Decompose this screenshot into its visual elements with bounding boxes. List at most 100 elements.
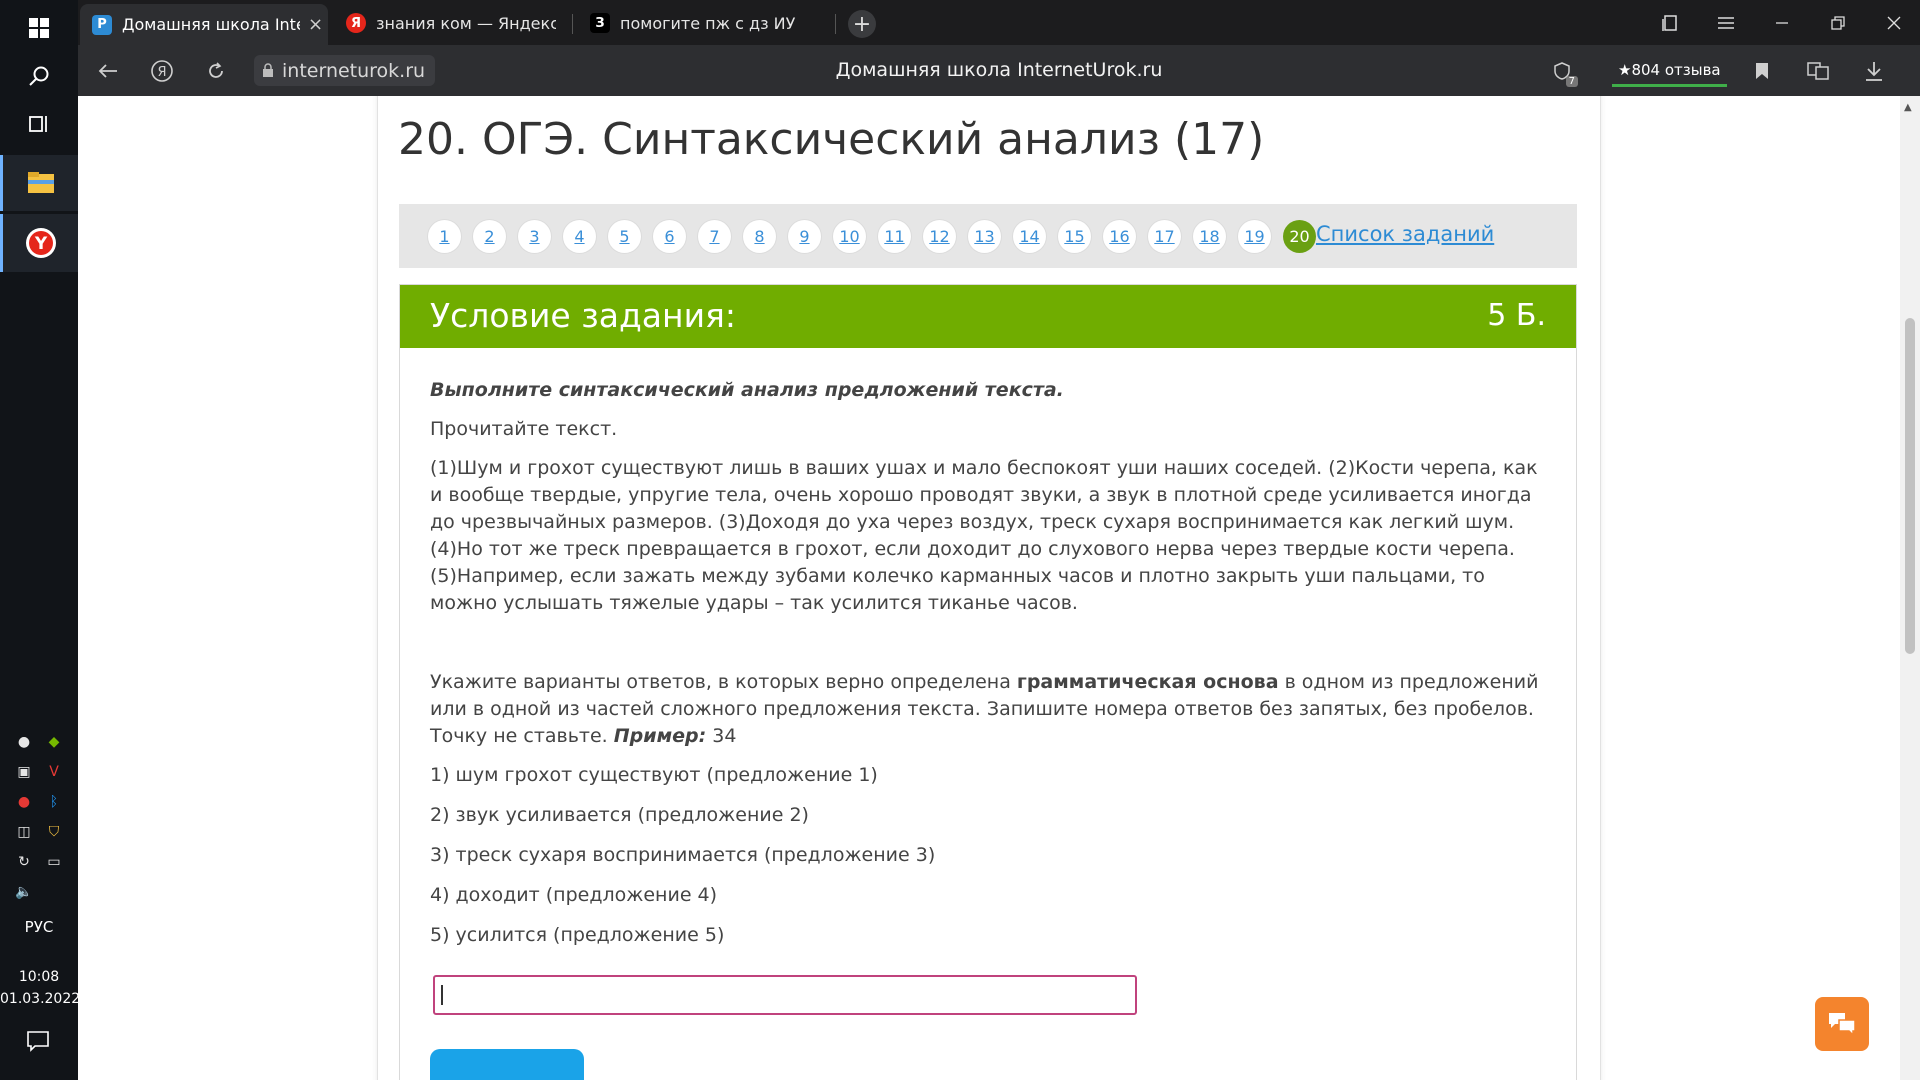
task-view-button[interactable] — [0, 96, 78, 152]
task-body: Выполните синтаксический анализ предложе… — [430, 377, 1550, 949]
bookmark-button[interactable] — [1748, 57, 1776, 85]
protect-button[interactable]: 7 — [1548, 57, 1578, 87]
clock-date: 01.03.2022 — [0, 991, 81, 1007]
page-link-5[interactable]: 5 — [608, 220, 641, 253]
reviews-button[interactable]: ★804 отзыва — [1612, 56, 1727, 87]
task-view-icon — [29, 116, 47, 132]
tab-yandex-search[interactable]: Я знания ком — Яндекс: нашлось — [334, 4, 564, 42]
page-viewport: 20. ОГЭ. Синтаксический анализ (17) 1 2 … — [78, 96, 1900, 1080]
page-link-6[interactable]: 6 — [653, 220, 686, 253]
page-link-9[interactable]: 9 — [788, 220, 821, 253]
back-button[interactable] — [94, 57, 122, 85]
tab-separator — [835, 14, 836, 34]
antivirus-icon[interactable]: V — [44, 762, 64, 782]
windows-taskbar: Y ● ◆ ▣ V ● ᛒ ◫ ⛉ ↻ ▭ 🔈 РУС 10:08 01.03.… — [0, 0, 81, 1080]
clock[interactable]: 10:08 01.03.2022 — [0, 966, 81, 1010]
yandex-browser-button[interactable]: Y — [0, 214, 78, 272]
task-pagination: 1 2 3 4 5 6 7 8 9 10 11 12 13 14 15 16 1… — [399, 204, 1577, 268]
tab-bar: P Домашняя школа InternetUrok.ru × Я зна… — [78, 0, 1920, 45]
translate-icon — [1807, 62, 1829, 80]
download-icon — [1866, 62, 1882, 81]
task-instruction: Выполните синтаксический анализ предложе… — [430, 379, 1064, 401]
page-link-17[interactable]: 17 — [1148, 220, 1181, 253]
downloads-button[interactable] — [1860, 57, 1888, 85]
page-link-18[interactable]: 18 — [1193, 220, 1226, 253]
task-header: Условие задания: 5 Б. — [400, 285, 1576, 348]
reload-icon — [209, 62, 223, 78]
nvidia-icon[interactable]: ◆ — [44, 732, 64, 752]
close-tab-icon[interactable]: × — [308, 14, 323, 35]
page-link-13[interactable]: 13 — [968, 220, 1001, 253]
lock-icon — [263, 63, 273, 77]
page-link-14[interactable]: 14 — [1013, 220, 1046, 253]
minimize-icon — [1776, 22, 1788, 24]
browser-menu-button[interactable] — [1706, 8, 1746, 38]
page-link-15[interactable]: 15 — [1058, 220, 1091, 253]
task-list-link[interactable]: Список заданий — [1316, 222, 1494, 246]
clock-time: 10:08 — [18, 969, 60, 985]
sync-icon[interactable]: ↻ — [14, 852, 34, 872]
page-link-12[interactable]: 12 — [923, 220, 956, 253]
task-card: Условие задания: 5 Б. Выполните синтакси… — [399, 284, 1577, 1080]
content-container: 20. ОГЭ. Синтаксический анализ (17) 1 2 … — [377, 96, 1601, 1080]
question-text-1: Укажите варианты ответов, в которых верн… — [430, 671, 1017, 693]
notification-icon — [27, 1031, 49, 1052]
page-link-10[interactable]: 10 — [833, 220, 866, 253]
windows-icon — [29, 18, 49, 38]
monitor-icon[interactable]: ▭ — [44, 852, 64, 872]
minimize-button[interactable] — [1762, 8, 1802, 38]
page-link-2[interactable]: 2 — [473, 220, 506, 253]
page-link-19[interactable]: 19 — [1238, 220, 1271, 253]
bluetooth-icon[interactable]: ᛒ — [44, 792, 64, 812]
reload-button[interactable] — [202, 57, 230, 85]
collections-button[interactable] — [1650, 8, 1690, 38]
svg-text:Y: Y — [33, 234, 47, 254]
yandex-home-button[interactable]: Я — [148, 57, 176, 85]
tab-title: помогите пж с дз ИУ по Русскому — [620, 13, 800, 33]
volume-icon[interactable]: 🔈 — [14, 882, 34, 902]
page-link-1[interactable]: 1 — [428, 220, 461, 253]
page-scrollbar[interactable]: ▲ — [1900, 96, 1920, 1080]
language-indicator[interactable]: РУС — [0, 918, 78, 936]
tab-znanija[interactable]: З помогите пж с дз ИУ по Русскому — [578, 4, 834, 42]
protect-badge: 7 — [1565, 76, 1578, 87]
answer-option-1: 1) шум грохот существуют (предложение 1) — [430, 764, 878, 786]
task-points: 5 Б. — [1487, 298, 1546, 333]
example-label: Пример: — [613, 725, 707, 747]
question-bold-term: грамматическая основа — [1016, 671, 1279, 693]
answer-input[interactable] — [433, 975, 1137, 1015]
security-icon[interactable]: ⛉ — [44, 822, 64, 842]
page-link-4[interactable]: 4 — [563, 220, 596, 253]
hamburger-menu-icon — [1718, 17, 1734, 29]
scrollbar-thumb[interactable] — [1905, 318, 1915, 654]
scroll-up-arrow-icon[interactable]: ▲ — [1904, 102, 1912, 113]
answer-option-3: 3) треск сухаря воспринимается (предложе… — [430, 844, 936, 866]
yandex-browser-icon: Y — [25, 228, 56, 258]
page-heading: 20. ОГЭ. Синтаксический анализ (17) — [398, 114, 1265, 165]
search-icon — [29, 66, 49, 86]
tab-title: Домашняя школа InternetUrok.ru — [122, 15, 300, 34]
yandex-icon[interactable]: ● — [14, 792, 34, 812]
page-link-3[interactable]: 3 — [518, 220, 551, 253]
url-field[interactable]: interneturok.ru — [254, 55, 436, 86]
tab-interneturok[interactable]: P Домашняя школа InternetUrok.ru × — [80, 4, 328, 45]
task-question: Укажите варианты ответов, в которых верн… — [430, 669, 1550, 750]
restore-button[interactable] — [1818, 8, 1858, 38]
page-link-8[interactable]: 8 — [743, 220, 776, 253]
znanija-favicon-icon: З — [590, 13, 610, 33]
page-link-20-current[interactable]: 20 — [1283, 220, 1316, 253]
task-text: (1)Шум и грохот существуют лишь в ваших … — [430, 457, 1538, 614]
page-link-7[interactable]: 7 — [698, 220, 731, 253]
page-link-11[interactable]: 11 — [878, 220, 911, 253]
camera-icon[interactable]: ◫ — [14, 822, 34, 842]
notifications-button[interactable] — [26, 1030, 50, 1056]
page-link-16[interactable]: 16 — [1103, 220, 1136, 253]
close-window-button[interactable] — [1874, 8, 1914, 38]
screenshot-icon[interactable]: ▣ — [14, 762, 34, 782]
translate-button[interactable] — [1804, 57, 1832, 85]
discord-icon[interactable]: ● — [14, 732, 34, 752]
submit-answer-button[interactable] — [430, 1049, 584, 1080]
new-tab-button[interactable]: + — [848, 10, 876, 38]
chat-widget-button[interactable] — [1815, 997, 1869, 1051]
file-explorer-button[interactable] — [0, 155, 78, 211]
